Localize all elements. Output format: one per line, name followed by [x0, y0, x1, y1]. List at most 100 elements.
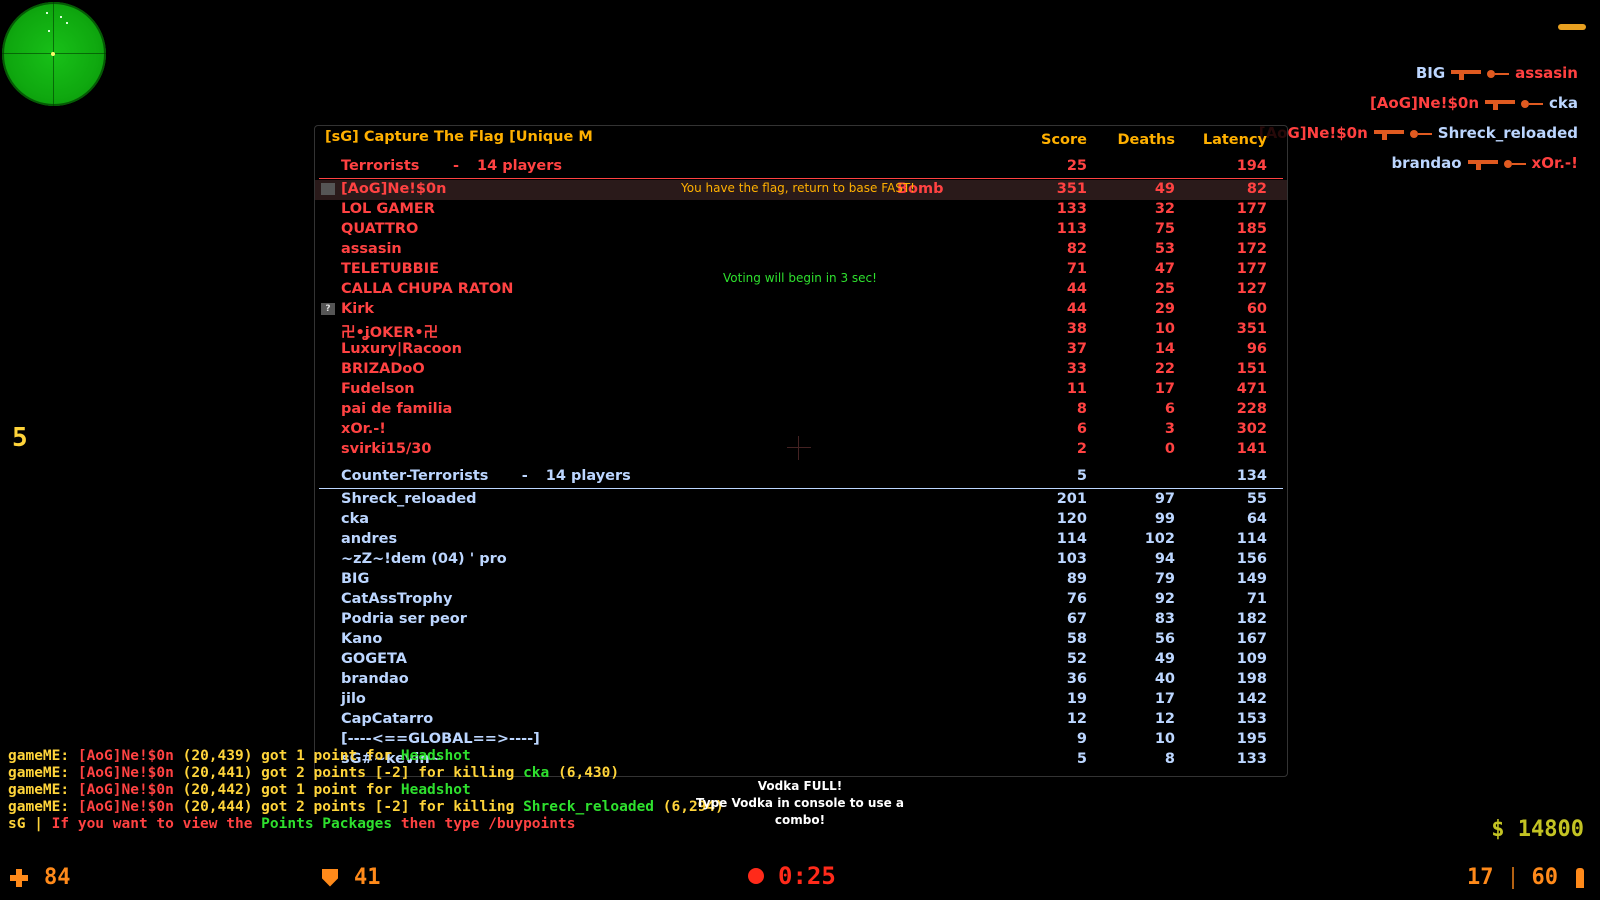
chat-log: gameME: [AoG]Ne!$0n (20,439) got 1 point…: [8, 748, 724, 833]
player-row: BRIZADoO 33 22 151: [315, 360, 1287, 380]
player-deaths: 29: [1154, 301, 1175, 317]
player-deaths: 40: [1154, 671, 1175, 687]
player-score: 201: [1056, 491, 1087, 507]
player-name: andres: [341, 531, 398, 547]
chat-segment: (20,442) got 1 point for: [173, 782, 401, 798]
player-name: ~zZ~!dem (04) ' pro: [341, 551, 507, 567]
player-row: Shreck_reloaded 201 97 55: [315, 490, 1287, 510]
hud-money: $ 14800: [1491, 817, 1584, 842]
rifle-icon: [1485, 98, 1515, 110]
player-name: Shreck_reloaded: [341, 491, 477, 507]
player-name: GOGETA: [341, 651, 408, 667]
chat-line: sG | If you want to view the Points Pack…: [8, 816, 724, 833]
flag-carrier-icon: [321, 183, 335, 195]
player-deaths: 49: [1154, 651, 1175, 667]
flag-message: You have the flag, return to base FAST!: [681, 181, 915, 195]
team-latency: 134: [1236, 468, 1267, 484]
player-deaths: 75: [1154, 221, 1175, 237]
player-name: LOL GAMER: [341, 201, 435, 217]
victim-name: cka: [1549, 94, 1578, 112]
chat-segment: (20,439) got 1 point for: [173, 748, 401, 764]
player-deaths: 3: [1164, 421, 1175, 437]
chat-line: gameME: [AoG]Ne!$0n (20,444) got 2 point…: [8, 799, 724, 816]
player-latency: 141: [1236, 441, 1267, 457]
team-divider: [319, 488, 1283, 489]
vodka-line-2: Type Vodka in console to use a combo!: [695, 796, 905, 827]
team-player-count: 14 players: [545, 468, 631, 484]
player-row: cka 120 99 64: [315, 510, 1287, 530]
health-cross-icon: [10, 868, 28, 887]
player-deaths: 6: [1164, 401, 1175, 417]
player-name: [----<==GLOBAL==>----]: [341, 731, 540, 747]
team-player-count: 14 players: [477, 158, 562, 174]
player-row: assasin 82 53 172: [315, 240, 1287, 260]
hud-round-timer: 0:25: [748, 862, 836, 890]
player-score: 114: [1056, 531, 1087, 547]
player-deaths: 49: [1154, 181, 1175, 197]
player-deaths: 47: [1154, 261, 1175, 277]
player-name: BIG: [341, 571, 370, 587]
player-latency: 153: [1236, 711, 1267, 727]
player-deaths: 53: [1154, 241, 1175, 257]
player-latency: 177: [1236, 201, 1267, 217]
player-name: Kano: [341, 631, 383, 647]
player-deaths: 79: [1154, 571, 1175, 587]
player-name: QUATTRO: [341, 221, 419, 237]
player-deaths: 10: [1154, 321, 1175, 337]
player-name: [AoG]Ne!$0n: [341, 181, 447, 197]
player-score: 44: [1066, 301, 1087, 317]
team-dash: -: [521, 468, 528, 484]
chat-segment: [AoG]Ne!$0n: [77, 748, 174, 764]
killer-name: [AoG]Ne!$0n: [1369, 94, 1479, 112]
col-score-header: Score: [1041, 132, 1087, 148]
team-dash: -: [453, 158, 460, 174]
player-score: 33: [1066, 361, 1087, 377]
player-name: 卍•ʝOKER•卍: [341, 325, 439, 341]
radar-dot: [48, 30, 50, 32]
player-name: cka: [341, 511, 370, 527]
player-latency: 195: [1236, 731, 1267, 747]
chat-segment: Points Packages: [261, 816, 393, 832]
player-score: 103: [1056, 551, 1087, 567]
player-deaths: 83: [1154, 611, 1175, 627]
team-name: Counter-Terrorists: [341, 468, 489, 484]
player-deaths: 32: [1154, 201, 1175, 217]
chat-segment: then type: [392, 816, 489, 832]
player-latency: 64: [1246, 511, 1267, 527]
chat-segment: [AoG]Ne!$0n: [77, 799, 174, 815]
rifle-icon: [1451, 68, 1482, 80]
player-row: brandao 36 40 198: [315, 670, 1287, 690]
player-latency: 142: [1236, 691, 1267, 707]
player-latency: 302: [1236, 421, 1267, 437]
player-latency: 82: [1246, 181, 1267, 197]
player-name: CALLA CHUPA RATON: [341, 281, 514, 297]
hud-armor: 41: [322, 865, 381, 890]
player-name: Podria ser peor: [341, 611, 467, 627]
player-deaths: 25: [1154, 281, 1175, 297]
stopwatch-icon: [748, 868, 764, 884]
headshot-icon: [1487, 67, 1510, 79]
killer-name: brandao: [1391, 154, 1462, 172]
victim-name: xOr.-!: [1531, 154, 1578, 172]
chat-segment: Headshot: [400, 782, 471, 798]
crosshair: [787, 436, 811, 460]
player-latency: 133: [1236, 751, 1267, 767]
player-score: 67: [1066, 611, 1087, 627]
player-row: jilo 19 17 142: [315, 690, 1287, 710]
player-score: 76: [1066, 591, 1087, 607]
player-row: ~zZ~!dem (04) ' pro 103 94 156: [315, 550, 1287, 570]
player-deaths: 0: [1164, 441, 1175, 457]
left-counter: 5: [12, 423, 28, 453]
player-latency: 109: [1236, 651, 1267, 667]
player-row: Podria ser peor 67 83 182: [315, 610, 1287, 630]
player-score: 37: [1066, 341, 1087, 357]
team-divider: [319, 178, 1283, 179]
server-title: [sG] Capture The Flag [Unique M: [325, 129, 593, 145]
player-score: 71: [1066, 261, 1087, 277]
player-latency: 60: [1246, 301, 1267, 317]
player-latency: 471: [1236, 381, 1267, 397]
col-latency-header: Latency: [1202, 132, 1267, 148]
player-name: jilo: [341, 691, 366, 707]
player-deaths: 92: [1154, 591, 1175, 607]
timer-value: 0:25: [778, 862, 836, 890]
